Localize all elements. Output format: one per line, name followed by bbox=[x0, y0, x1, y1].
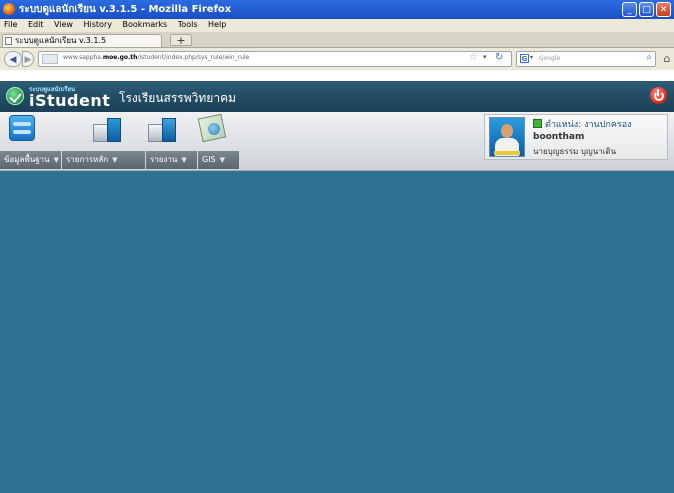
close-button[interactable]: ✕ bbox=[656, 2, 671, 17]
menu-bookmarks[interactable]: Bookmarks bbox=[119, 19, 172, 29]
home-icon[interactable]: ⌂ bbox=[660, 51, 674, 67]
school-name: โรงเรียนสรรพวิทยาคม bbox=[119, 91, 237, 105]
logo-title: iStudent bbox=[29, 91, 111, 110]
maximize-button[interactable]: □ bbox=[639, 2, 654, 17]
menu-main-items-label: รายการหลัก bbox=[66, 155, 109, 164]
chevron-down-icon: ▼ bbox=[219, 156, 226, 164]
user-full-name: นายบุญธรรม บุญนาเดิน bbox=[533, 147, 617, 156]
minimize-button[interactable]: _ bbox=[622, 2, 637, 17]
menu-basic-data[interactable]: ข้อมูลพื้นฐาน ▼ bbox=[0, 151, 62, 169]
main-content-area bbox=[0, 171, 674, 493]
url-prefix: www.sappha. bbox=[63, 54, 103, 61]
reports-icon[interactable] bbox=[148, 118, 178, 142]
title-bar: ระบบดูแลนักเรียน v.3.1.5 - Mozilla Firef… bbox=[0, 0, 674, 19]
menu-reports[interactable]: รายงาน ▼ bbox=[146, 151, 198, 169]
menu-gis[interactable]: GIS ▼ bbox=[198, 151, 240, 169]
menu-view[interactable]: View bbox=[50, 19, 77, 29]
menu-history[interactable]: History bbox=[80, 19, 116, 29]
chevron-down-icon: ▼ bbox=[112, 156, 118, 164]
search-placeholder: Google bbox=[539, 55, 561, 62]
istudent-logo-icon bbox=[6, 87, 24, 105]
google-icon[interactable]: G bbox=[520, 54, 529, 63]
module-toolbar: ข้อมูลพื้นฐาน ▼ รายการหลัก ▼ รายงาน ▼ GIS ▼ … bbox=[0, 112, 674, 171]
logout-power-icon[interactable] bbox=[650, 87, 667, 104]
browser-window: ระบบดูแลนักเรียน v.3.1.5 - Mozilla Firef… bbox=[0, 0, 674, 493]
navigation-bar: ◀ ▶ www.sappha.moe.go.th/istudent/index.… bbox=[0, 48, 674, 70]
forward-button[interactable]: ▶ bbox=[22, 51, 34, 67]
search-icon[interactable]: ⌕ bbox=[646, 52, 652, 63]
window-title: ระบบดูแลนักเรียน v.3.1.5 - Mozilla Firef… bbox=[19, 4, 232, 15]
avatar[interactable] bbox=[489, 117, 525, 157]
menu-tools[interactable]: Tools bbox=[174, 19, 202, 29]
menu-basic-data-label: ข้อมูลพื้นฐาน bbox=[4, 155, 50, 164]
database-icon[interactable] bbox=[9, 115, 35, 141]
site-identity-icon[interactable] bbox=[42, 54, 58, 64]
back-button[interactable]: ◀ bbox=[4, 51, 22, 67]
search-engine-dropdown-icon[interactable]: ▾ bbox=[530, 54, 533, 61]
new-tab-button[interactable]: + bbox=[170, 34, 192, 46]
menu-reports-label: รายงาน bbox=[150, 155, 178, 164]
reload-icon[interactable]: ↻ bbox=[495, 52, 503, 63]
chevron-down-icon: ▼ bbox=[181, 156, 187, 164]
menu-help[interactable]: Help bbox=[204, 19, 230, 29]
url-bar[interactable]: www.sappha.moe.go.th/istudent/index.php/… bbox=[38, 51, 512, 67]
role-badge-icon bbox=[533, 119, 542, 128]
menu-edit[interactable]: Edit bbox=[24, 19, 48, 29]
user-panel: ตำแหน่ง: งานปกครอง boontham นายบุญธรรม บ… bbox=[484, 114, 668, 160]
gis-map-icon[interactable] bbox=[197, 113, 228, 143]
search-bar[interactable]: G ▾ Google ⌕ bbox=[516, 51, 656, 67]
chevron-down-icon: ▼ bbox=[53, 156, 59, 164]
url-domain: moe.go.th bbox=[102, 54, 138, 61]
main-items-icon[interactable] bbox=[93, 118, 123, 142]
menu-gis-label: GIS bbox=[202, 155, 216, 164]
user-role: ตำแหน่ง: งานปกครอง bbox=[545, 120, 632, 130]
tab-label: ระบบดูแลนักเรียน v.3.1.5 bbox=[15, 36, 107, 45]
url-path: /istudent/index.php/sys_rule/win_rule bbox=[137, 54, 250, 61]
page-icon bbox=[5, 37, 12, 45]
menu-file[interactable]: File bbox=[0, 19, 21, 29]
menu-bar: File Edit View History Bookmarks Tools H… bbox=[0, 19, 674, 32]
firefox-icon bbox=[3, 3, 15, 15]
url-text: www.sappha.moe.go.th/istudent/index.php/… bbox=[63, 54, 249, 61]
app-header: ระบบดูแลนักเรียน iStudent โรงเรียนสรรพวิ… bbox=[0, 81, 674, 112]
bookmark-star-icon[interactable]: ☆ bbox=[469, 52, 478, 63]
url-dropdown-icon[interactable]: ▾ bbox=[483, 53, 487, 61]
menu-main-items[interactable]: รายการหลัก ▼ bbox=[62, 151, 146, 169]
user-login: boontham bbox=[533, 132, 585, 142]
tab-bar: ระบบดูแลนักเรียน v.3.1.5 + bbox=[0, 32, 674, 48]
browser-tab[interactable]: ระบบดูแลนักเรียน v.3.1.5 bbox=[2, 34, 162, 47]
